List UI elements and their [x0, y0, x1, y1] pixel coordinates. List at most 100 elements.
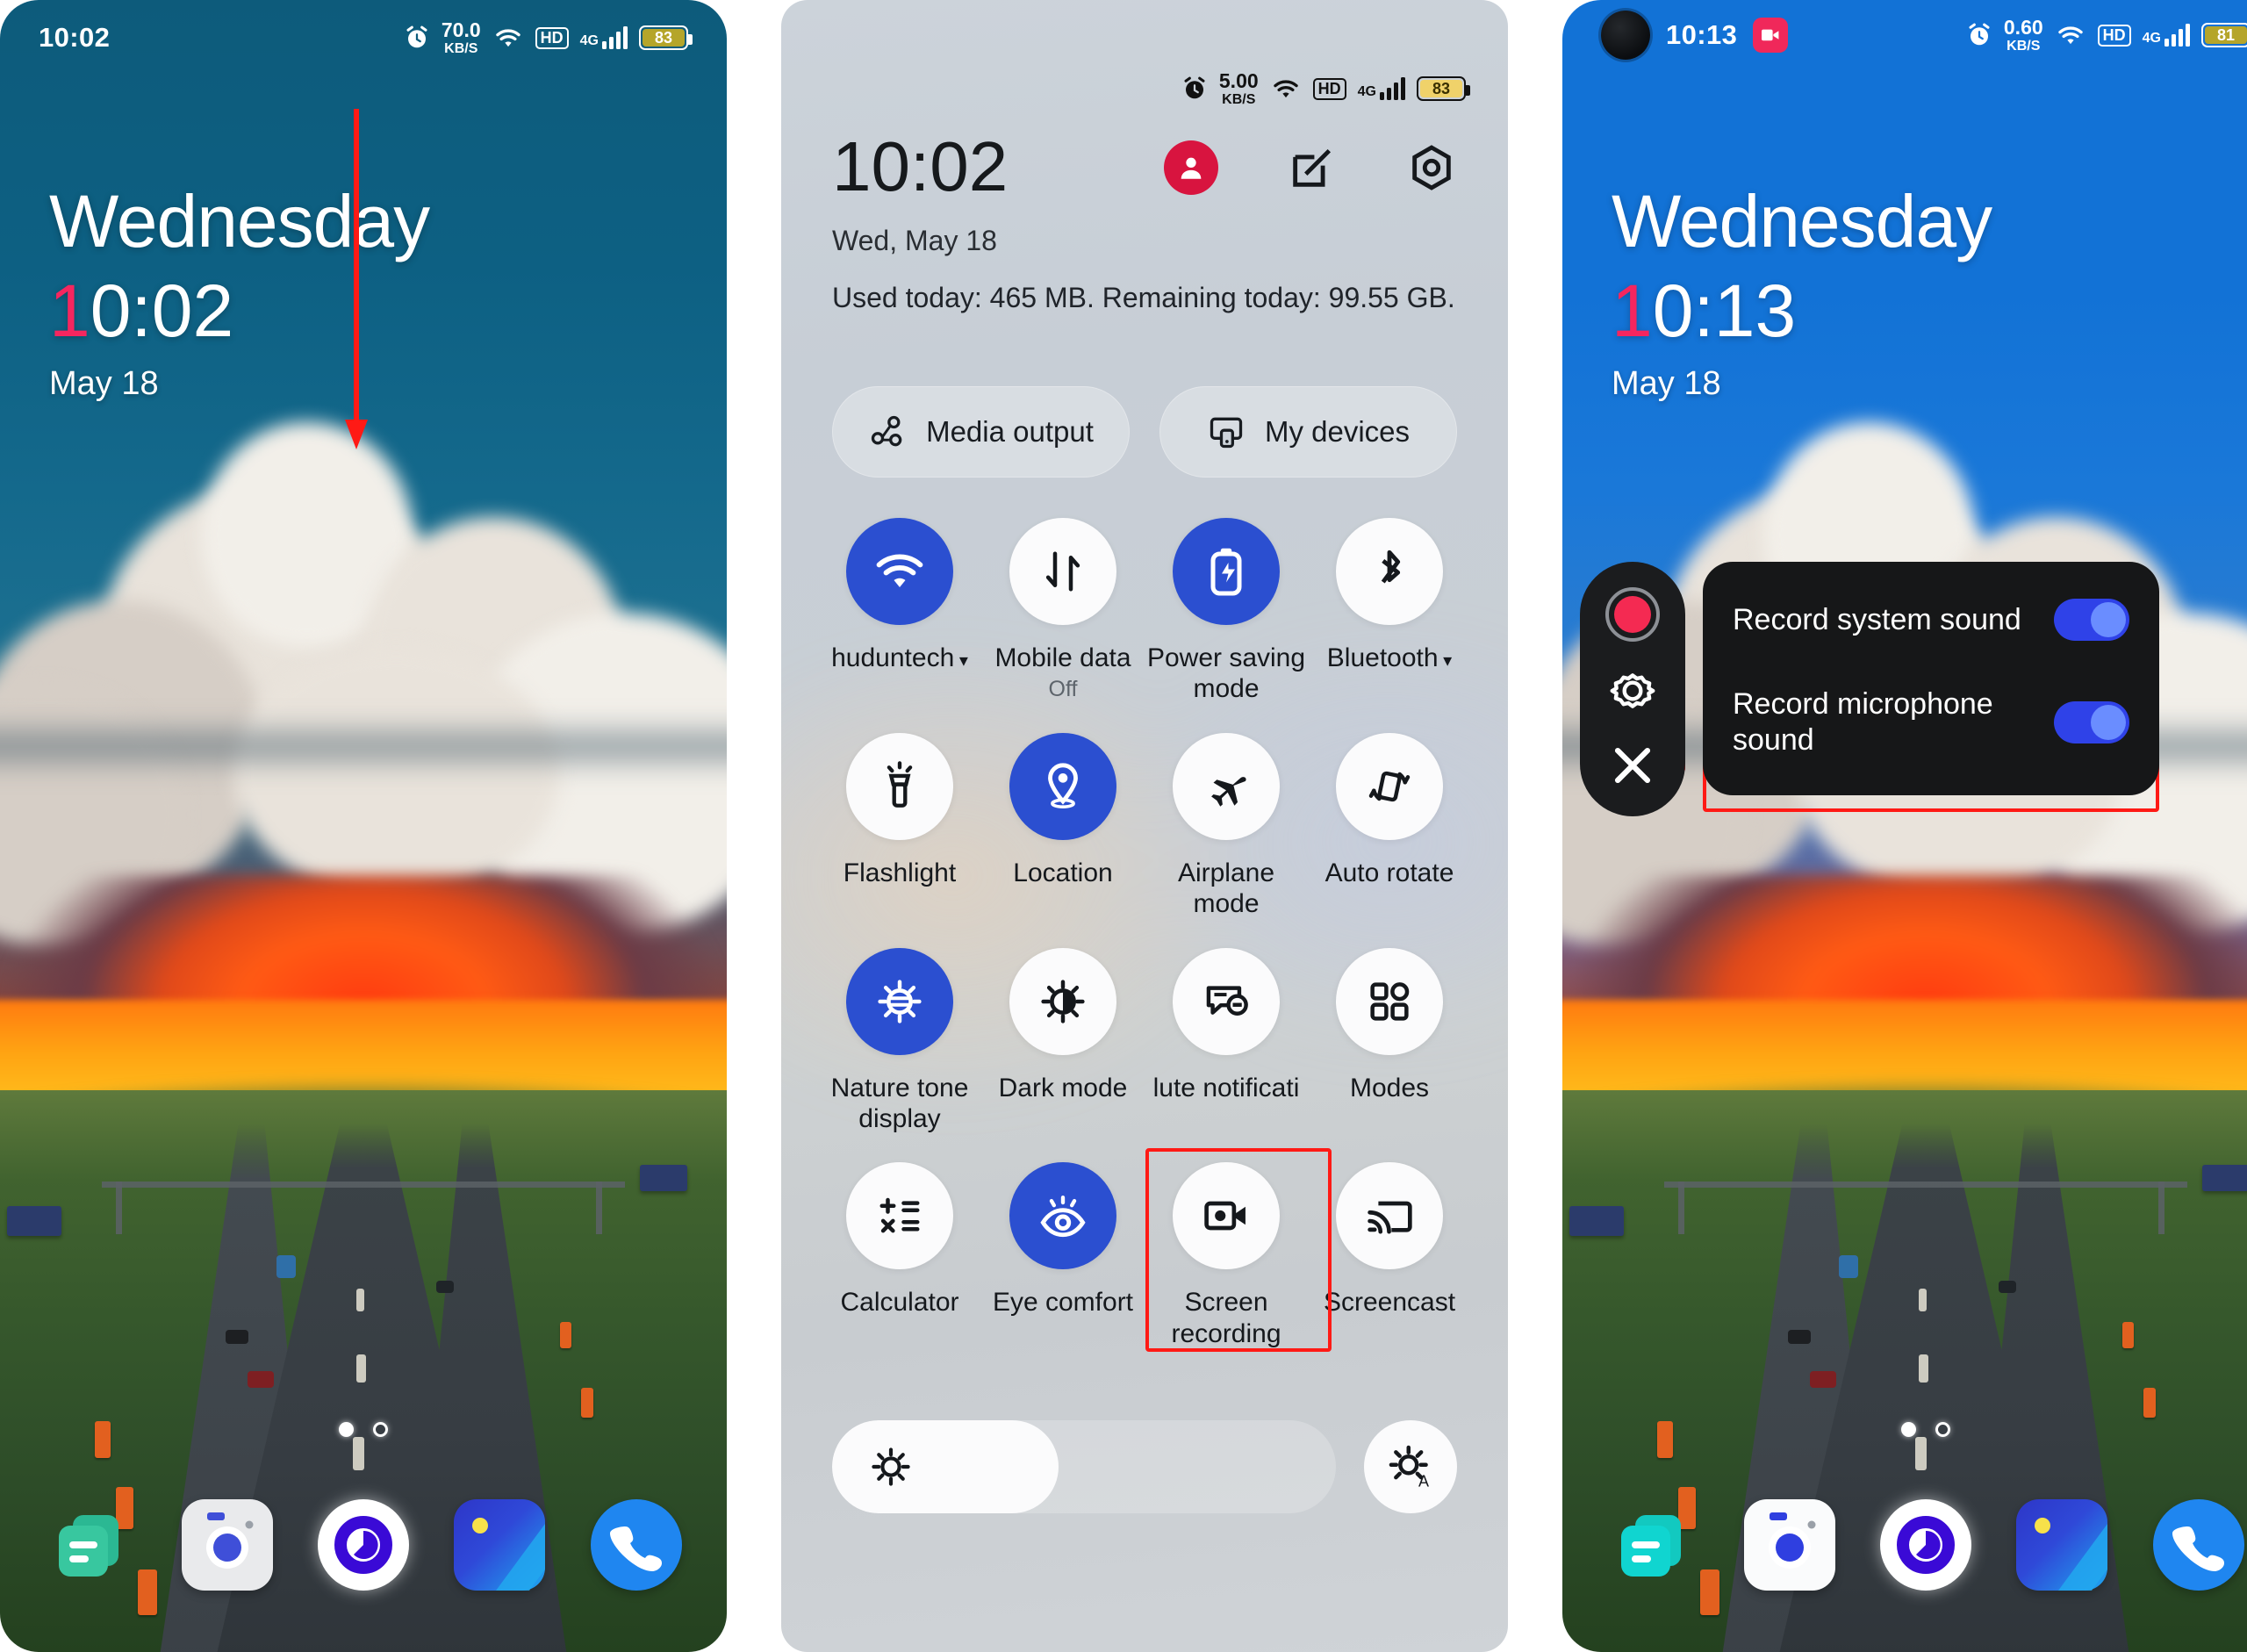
hd-icon: HD	[2097, 24, 2131, 47]
status-bar-recording: 10:13 0.60 KB/S HD 4G 81	[1562, 0, 2247, 70]
qs-tile-auto-rotate[interactable]: Auto rotate	[1308, 724, 1471, 920]
qs-tile-label: Bluetooth	[1326, 643, 1439, 672]
net-speed: 0.60 KB/S	[2003, 15, 2043, 54]
signal-icon	[2164, 24, 2190, 47]
qs-tile-label: Modes	[1349, 1073, 1430, 1103]
qs-tile-modes[interactable]: Modes	[1308, 939, 1471, 1135]
my-devices-label: My devices	[1264, 415, 1411, 448]
qs-tile-label: Location	[1013, 858, 1113, 887]
wifi-icon	[1273, 80, 1298, 98]
qs-tile-label: Nature tone display	[830, 1073, 969, 1133]
status-bar-qs: 5.00 KB/S HD 4G 83	[781, 58, 1508, 119]
dock-app-camera[interactable]	[1743, 1499, 1835, 1591]
my-devices-icon	[1210, 417, 1243, 449]
dock-app-camera[interactable]	[181, 1499, 273, 1591]
qs-tile-bluetooth[interactable]: Bluetooth ▾	[1308, 509, 1471, 705]
qs-tile-location[interactable]: Location	[981, 724, 1145, 920]
screen-recorder-toolbar	[1580, 562, 1685, 816]
brightness-row: A	[832, 1420, 1457, 1513]
record-button[interactable]	[1605, 586, 1660, 642]
network-type-label: 4G	[2142, 31, 2161, 46]
dock-app-browser[interactable]	[1879, 1499, 1971, 1591]
chevron-down-icon[interactable]: ▾	[954, 651, 968, 671]
media-output-icon	[871, 415, 902, 447]
dock-app-phone[interactable]	[590, 1499, 682, 1591]
record-system-sound-label: Record system sound	[1733, 602, 2021, 636]
qs-tile-eye-comfort[interactable]: Eye comfort	[981, 1153, 1145, 1349]
clock-day: Wednesday	[49, 180, 430, 262]
network-type-label: 4G	[579, 33, 599, 48]
alarm-icon	[1184, 76, 1205, 99]
close-icon[interactable]	[1607, 740, 1658, 791]
dock	[0, 1499, 727, 1591]
qs-tile-label: Flashlight	[843, 858, 957, 887]
qs-tile-mobile-data[interactable]: Mobile data Off	[981, 509, 1145, 705]
chevron-down-icon[interactable]: ▾	[1439, 651, 1452, 671]
gear-icon[interactable]	[1605, 664, 1660, 718]
media-output-button[interactable]: Media output	[832, 386, 1130, 478]
home-clock-widget: Wednesday 10:13 May 18	[1612, 184, 1992, 400]
qs-tile-dark-mode[interactable]: Dark mode	[981, 939, 1145, 1135]
alarm-icon	[1969, 23, 1990, 46]
qs-tile-wifi[interactable]: huduntech ▾	[818, 509, 981, 705]
qs-data-usage: Used today: 465 MB. Remaining today: 99.…	[832, 282, 1455, 313]
camera-punch-hole	[1601, 11, 1650, 60]
qs-tile-screen-recording[interactable]: Screen recording	[1145, 1153, 1308, 1349]
edit-icon[interactable]	[1287, 142, 1338, 193]
qs-tile-label: lute notificati	[1152, 1073, 1300, 1103]
dock-app-messages[interactable]	[45, 1499, 136, 1591]
battery-icon: 81	[2201, 23, 2247, 47]
record-system-sound-row[interactable]: Record system sound	[1703, 576, 2159, 664]
page-indicator-dots[interactable]	[1562, 1422, 2247, 1437]
clock-time: 10:13	[1612, 269, 1797, 352]
qs-date: Wed, May 18	[832, 225, 997, 256]
qs-tile-flashlight[interactable]: Flashlight	[818, 724, 981, 920]
net-speed: 70.0 KB/S	[441, 18, 481, 56]
dock-app-browser[interactable]	[317, 1499, 409, 1591]
svg-text:A: A	[1418, 1473, 1429, 1490]
page-dot-1	[339, 1422, 354, 1437]
panel-recording-home: 10:13 0.60 KB/S HD 4G 81 Wednesday 10:13…	[1562, 0, 2247, 1652]
panel-quick-settings: 5.00 KB/S HD 4G 83 10:02 Wed, May 18 Use…	[781, 0, 1508, 1652]
record-microphone-sound-toggle[interactable]	[2054, 700, 2129, 743]
dock-app-gallery[interactable]	[454, 1499, 546, 1591]
qs-tile-label: Eye comfort	[992, 1288, 1134, 1318]
qs-tile-label: Calculator	[840, 1288, 959, 1318]
alarm-icon	[406, 25, 427, 48]
wifi-icon	[495, 29, 520, 47]
dock-app-gallery[interactable]	[2016, 1499, 2108, 1591]
settings-hex-icon[interactable]	[1406, 142, 1457, 193]
qs-tile-screencast[interactable]: Screencast	[1308, 1153, 1471, 1349]
hd-icon: HD	[1312, 77, 1346, 100]
qs-tile-label: Screencast	[1323, 1288, 1456, 1318]
qs-tile-airplane-mode[interactable]: Airplane mode	[1145, 724, 1308, 920]
page-dot-2	[1935, 1422, 1950, 1437]
brightness-slider[interactable]	[832, 1420, 1336, 1513]
my-devices-button[interactable]: My devices	[1159, 386, 1457, 478]
user-avatar-icon[interactable]	[1164, 140, 1218, 195]
page-indicator-dots[interactable]	[0, 1422, 727, 1437]
qs-tile-power-saving[interactable]: Power saving mode	[1145, 509, 1308, 705]
qs-tile-calculator[interactable]: Calculator	[818, 1153, 981, 1349]
auto-brightness-button[interactable]: A	[1364, 1420, 1457, 1513]
qs-tile-label: Auto rotate	[1325, 858, 1454, 887]
dock-app-phone[interactable]	[2152, 1499, 2244, 1591]
clock-day: Wednesday	[1612, 180, 1992, 262]
recording-badge-icon	[1753, 18, 1789, 53]
swipe-down-arrow-annotation	[345, 109, 368, 449]
qs-tile-label: Screen recording	[1171, 1288, 1281, 1348]
brightness-icon	[872, 1447, 910, 1486]
status-time: 10:13	[1666, 19, 1738, 50]
qs-tile-label: Dark mode	[998, 1073, 1128, 1103]
record-system-sound-toggle[interactable]	[2054, 599, 2129, 641]
qs-header: 10:02 Wed, May 18 Used today: 465 MB. Re…	[832, 132, 1457, 314]
status-time: 10:02	[39, 22, 111, 53]
record-microphone-sound-row[interactable]: Record microphone sound	[1703, 664, 2159, 781]
dock-app-messages[interactable]	[1607, 1499, 1698, 1591]
signal-icon	[602, 26, 628, 49]
clock-date: May 18	[49, 365, 159, 402]
qs-tile-nature-tone-display[interactable]: Nature tone display	[818, 939, 981, 1135]
network-type-label: 4G	[1357, 84, 1376, 99]
page-dot-2	[373, 1422, 388, 1437]
qs-tile-mute-notifications[interactable]: lute notificati	[1145, 939, 1308, 1135]
